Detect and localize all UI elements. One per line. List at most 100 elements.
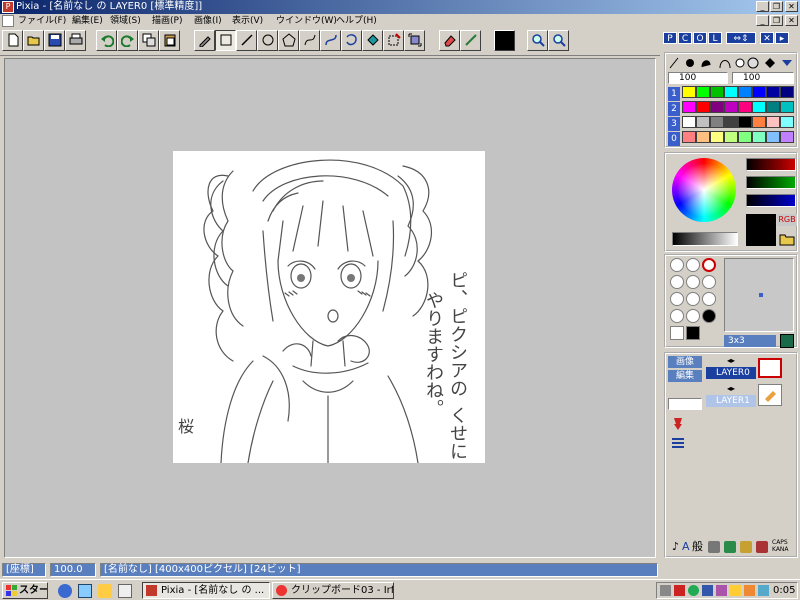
- minimize-button[interactable]: _: [756, 1, 769, 12]
- ie-icon[interactable]: [58, 584, 72, 598]
- open-folder-icon[interactable]: [23, 30, 44, 51]
- brush-preset[interactable]: [702, 292, 716, 306]
- layer-image-button[interactable]: 画像: [668, 356, 702, 368]
- color-swatch[interactable]: [682, 101, 696, 113]
- mask-pen-icon[interactable]: [460, 30, 481, 51]
- brush-shapes[interactable]: [668, 56, 794, 70]
- brush-preset[interactable]: [702, 258, 716, 272]
- task-irfanview[interactable]: クリップボード03 - IrfanView: [272, 582, 394, 599]
- brush-preset[interactable]: [686, 258, 700, 272]
- line-tool-icon[interactable]: [236, 30, 257, 51]
- color-swatch[interactable]: [752, 131, 766, 143]
- brightness-slider[interactable]: [672, 232, 738, 246]
- color-swatch[interactable]: [738, 131, 752, 143]
- current-color-swatch[interactable]: [494, 30, 515, 51]
- palette-tab-c[interactable]: C: [678, 32, 692, 44]
- layer-edit-button[interactable]: 編集: [668, 370, 702, 382]
- copy-icon[interactable]: [138, 30, 159, 51]
- freehand-region-icon[interactable]: [341, 30, 362, 51]
- start-button[interactable]: スタート: [2, 582, 48, 599]
- ime-mode-icon[interactable]: ♪: [672, 538, 679, 556]
- tray-icon-3[interactable]: [688, 585, 699, 596]
- green-slider[interactable]: [746, 176, 796, 189]
- layer-item-1[interactable]: LAYER1: [706, 395, 756, 407]
- tray-clock[interactable]: 0:05: [773, 584, 795, 598]
- print-icon[interactable]: [65, 30, 86, 51]
- ime-tool-icon[interactable]: [708, 541, 720, 553]
- brush-preset[interactable]: [686, 275, 700, 289]
- brush-preset[interactable]: [670, 326, 684, 340]
- color-swatch[interactable]: [696, 131, 710, 143]
- child-restore-button[interactable]: ❐: [770, 15, 783, 26]
- undo-icon[interactable]: [96, 30, 117, 51]
- bezier-tool-icon[interactable]: [320, 30, 341, 51]
- palette-tab-p[interactable]: P: [663, 32, 677, 44]
- tray-icon-5[interactable]: [716, 585, 727, 596]
- color-swatch[interactable]: [738, 116, 752, 128]
- color-swatch[interactable]: [780, 101, 794, 113]
- polygon-tool-icon[interactable]: [278, 30, 299, 51]
- rgb-label[interactable]: RGB: [777, 214, 797, 226]
- eraser-icon[interactable]: [439, 30, 460, 51]
- tray-icon-6[interactable]: [730, 585, 741, 596]
- brush-grid-icon[interactable]: [780, 334, 794, 348]
- ime-kanji-label[interactable]: 般: [692, 538, 703, 556]
- ime-pad-icon[interactable]: [740, 541, 752, 553]
- color-swatch[interactable]: [766, 131, 780, 143]
- save-disk-icon[interactable]: [44, 30, 65, 51]
- zoom-out-icon[interactable]: [548, 30, 569, 51]
- color-swatch[interactable]: [752, 116, 766, 128]
- palette-row-2[interactable]: 2: [668, 102, 680, 116]
- brush-preset[interactable]: [670, 275, 684, 289]
- pin-icon[interactable]: [670, 416, 686, 432]
- color-swatch[interactable]: [724, 101, 738, 113]
- ime-alpha-icon[interactable]: A: [682, 538, 690, 556]
- redo-icon[interactable]: [117, 30, 138, 51]
- desktop-icon[interactable]: [98, 584, 112, 598]
- document-icon[interactable]: [2, 15, 14, 27]
- color-swatch[interactable]: [724, 131, 738, 143]
- color-swatch-grid[interactable]: [682, 86, 794, 146]
- color-swatch[interactable]: [780, 131, 794, 143]
- brush-size-field[interactable]: 100: [668, 72, 728, 84]
- child-close-button[interactable]: ✕: [785, 15, 798, 26]
- brush-preset[interactable]: [670, 292, 684, 306]
- title-bar[interactable]: P Pixia - [名前なし の LAYER0 [標準精度]] _ ❐ ✕: [0, 0, 800, 14]
- task-pixia[interactable]: Pixia - [名前なし の ...: [142, 582, 270, 599]
- palette-tab-o[interactable]: O: [693, 32, 707, 44]
- fill-bucket-icon[interactable]: [362, 30, 383, 51]
- layer-1-thumbnail[interactable]: [758, 384, 782, 406]
- brush-preset[interactable]: [670, 258, 684, 272]
- color-swatch[interactable]: [724, 116, 738, 128]
- tray-icon-2[interactable]: [674, 585, 685, 596]
- color-swatch[interactable]: [682, 116, 696, 128]
- pen-tool-icon[interactable]: [194, 30, 215, 51]
- pixia-app-icon[interactable]: P: [2, 1, 14, 13]
- menu-draw[interactable]: 描画(P): [152, 14, 182, 28]
- color-swatch[interactable]: [710, 116, 724, 128]
- brush-preset[interactable]: [670, 309, 684, 323]
- child-minimize-button[interactable]: _: [756, 15, 769, 26]
- brush-density-field[interactable]: 100: [732, 72, 794, 84]
- blue-slider[interactable]: [746, 194, 796, 207]
- color-swatch[interactable]: [724, 86, 738, 98]
- restore-button[interactable]: ❐: [770, 1, 783, 12]
- tray-icon-7[interactable]: [744, 585, 755, 596]
- region-select-icon[interactable]: [383, 30, 404, 51]
- color-swatch[interactable]: [696, 116, 710, 128]
- brush-preset[interactable]: [702, 275, 716, 289]
- tray-icon-4[interactable]: [702, 585, 713, 596]
- color-swatch[interactable]: [780, 86, 794, 98]
- curve-tool-icon[interactable]: [299, 30, 320, 51]
- folder-icon[interactable]: [779, 232, 795, 246]
- layer-1-arrows-icon[interactable]: ◂▸: [706, 384, 756, 394]
- brush-preset[interactable]: [686, 292, 700, 306]
- color-swatch[interactable]: [752, 101, 766, 113]
- color-swatch[interactable]: [710, 101, 724, 113]
- palette-row-3[interactable]: 3: [668, 117, 680, 131]
- palette-expand-icon[interactable]: ▸: [775, 32, 789, 44]
- rectangle-tool-icon[interactable]: [215, 30, 236, 51]
- color-swatch[interactable]: [710, 86, 724, 98]
- layer-arrows-icon[interactable]: ◂▸: [706, 356, 756, 366]
- ime-toolbar[interactable]: ♪ A 般 CAPS KANA: [670, 538, 796, 556]
